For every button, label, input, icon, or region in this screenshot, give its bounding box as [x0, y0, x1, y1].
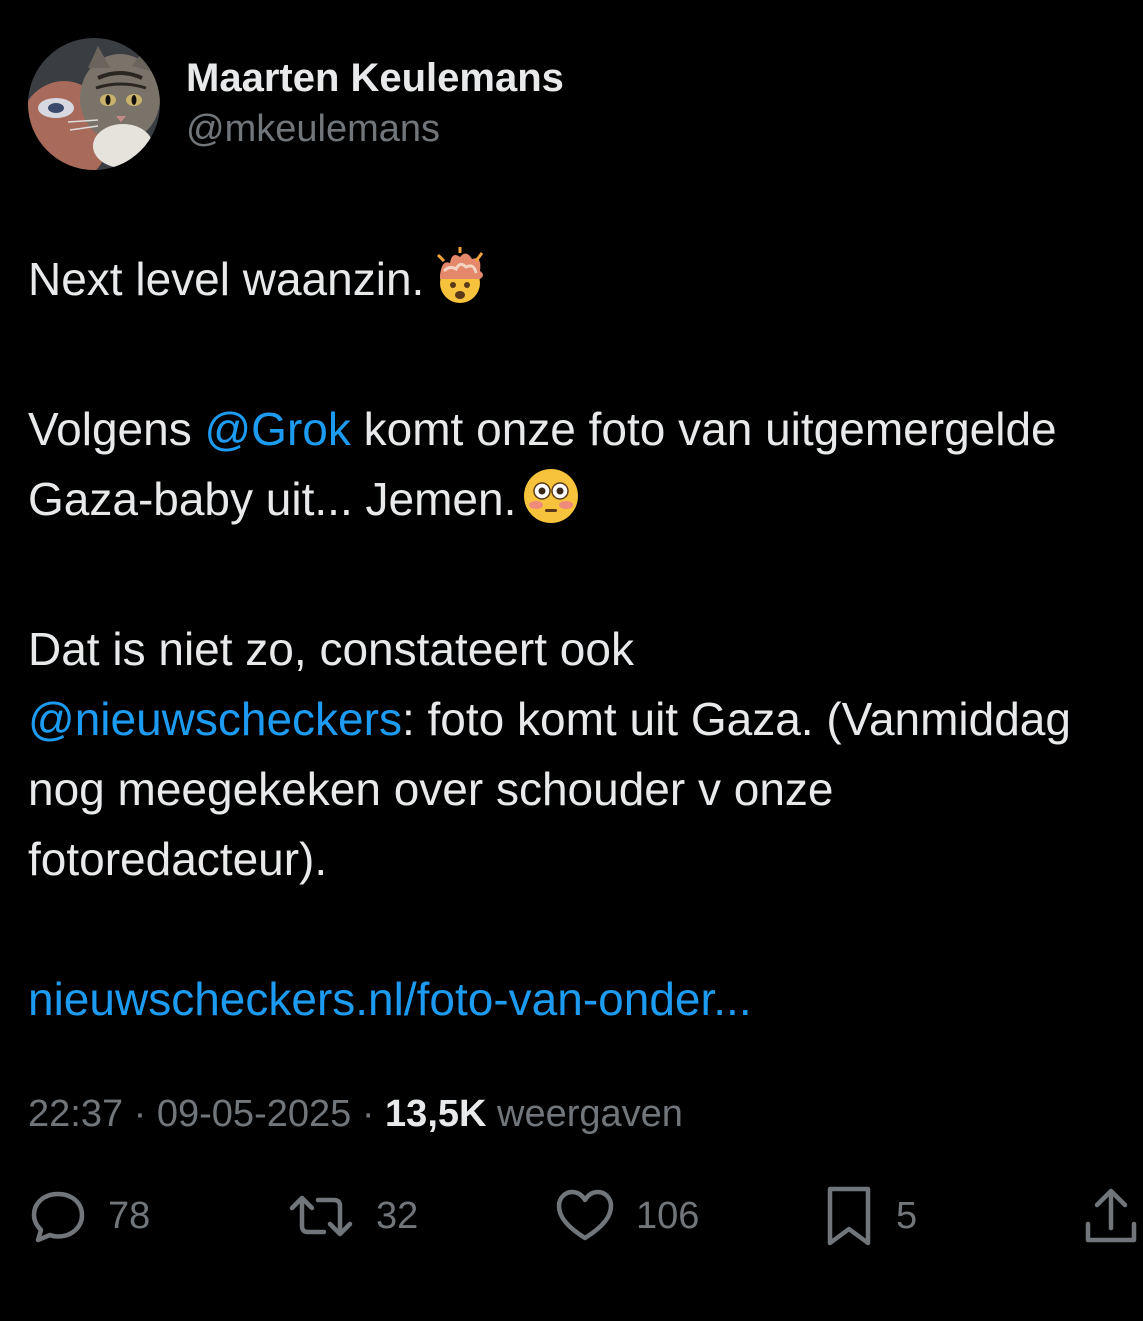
reply-button[interactable]: 78 [28, 1180, 150, 1252]
bookmark-button[interactable]: 5 [822, 1180, 917, 1252]
tweet-link-paragraph: nieuwscheckers.nl/foto-van-onder... [28, 964, 1118, 1034]
repost-count: 32 [376, 1194, 419, 1237]
reply-count: 78 [108, 1194, 151, 1237]
flushed-face-emoji-icon [522, 467, 580, 544]
meta-separator: · [123, 1093, 157, 1135]
author-names: Maarten Keulemans @mkeulemans [186, 53, 564, 155]
tweet-time[interactable]: 22:37 [28, 1093, 123, 1135]
tweet-text: Next level waanzin. Volgens @Grok komt o… [28, 244, 1118, 1034]
views-count[interactable]: 13,5K [385, 1093, 486, 1135]
share-button[interactable] [1082, 1180, 1140, 1252]
exploding-head-emoji-icon [430, 245, 490, 324]
tweet-line-1: Next level waanzin. [28, 244, 1118, 324]
tweet-date[interactable]: 09-05-2025 [157, 1093, 351, 1135]
tweet-paragraph-3: Dat is niet zo, constateert ook @nieuwsc… [28, 614, 1118, 894]
like-button[interactable]: 106 [554, 1180, 699, 1252]
heart-icon [554, 1186, 616, 1246]
views-label: weergaven [486, 1093, 683, 1135]
like-count: 106 [636, 1194, 700, 1237]
tweet-meta: 22:37 · 09-05-2025 · 13,5K weergaven [28, 1088, 683, 1140]
mention-nieuwscheckers[interactable]: @nieuwscheckers [28, 693, 402, 745]
meta-separator: · [351, 1093, 386, 1135]
share-upload-icon [1082, 1184, 1140, 1248]
mention-grok[interactable]: @Grok [204, 403, 350, 455]
repost-button[interactable]: 32 [286, 1180, 418, 1252]
bookmark-icon [822, 1183, 876, 1249]
tweet-p2-before: Volgens [28, 403, 205, 455]
tweet-p3-before: Dat is niet zo, constateert ook [28, 623, 634, 675]
speech-bubble-icon [28, 1186, 88, 1246]
repost-arrows-icon [286, 1186, 356, 1246]
avatar[interactable] [28, 38, 160, 170]
tweet-header: Maarten Keulemans @mkeulemans [28, 38, 564, 170]
avatar-image [28, 38, 160, 170]
tweet-line-1-text: Next level waanzin. [28, 253, 425, 305]
action-bar: 78 32 106 5 [0, 1180, 1143, 1252]
author-display-name[interactable]: Maarten Keulemans [186, 53, 564, 103]
bookmark-count: 5 [896, 1194, 918, 1237]
tweet-paragraph-2: Volgens @Grok komt onze foto van uitgeme… [28, 394, 1118, 544]
author-handle[interactable]: @mkeulemans [186, 103, 564, 155]
article-link[interactable]: nieuwscheckers.nl/foto-van-onder... [28, 973, 752, 1025]
